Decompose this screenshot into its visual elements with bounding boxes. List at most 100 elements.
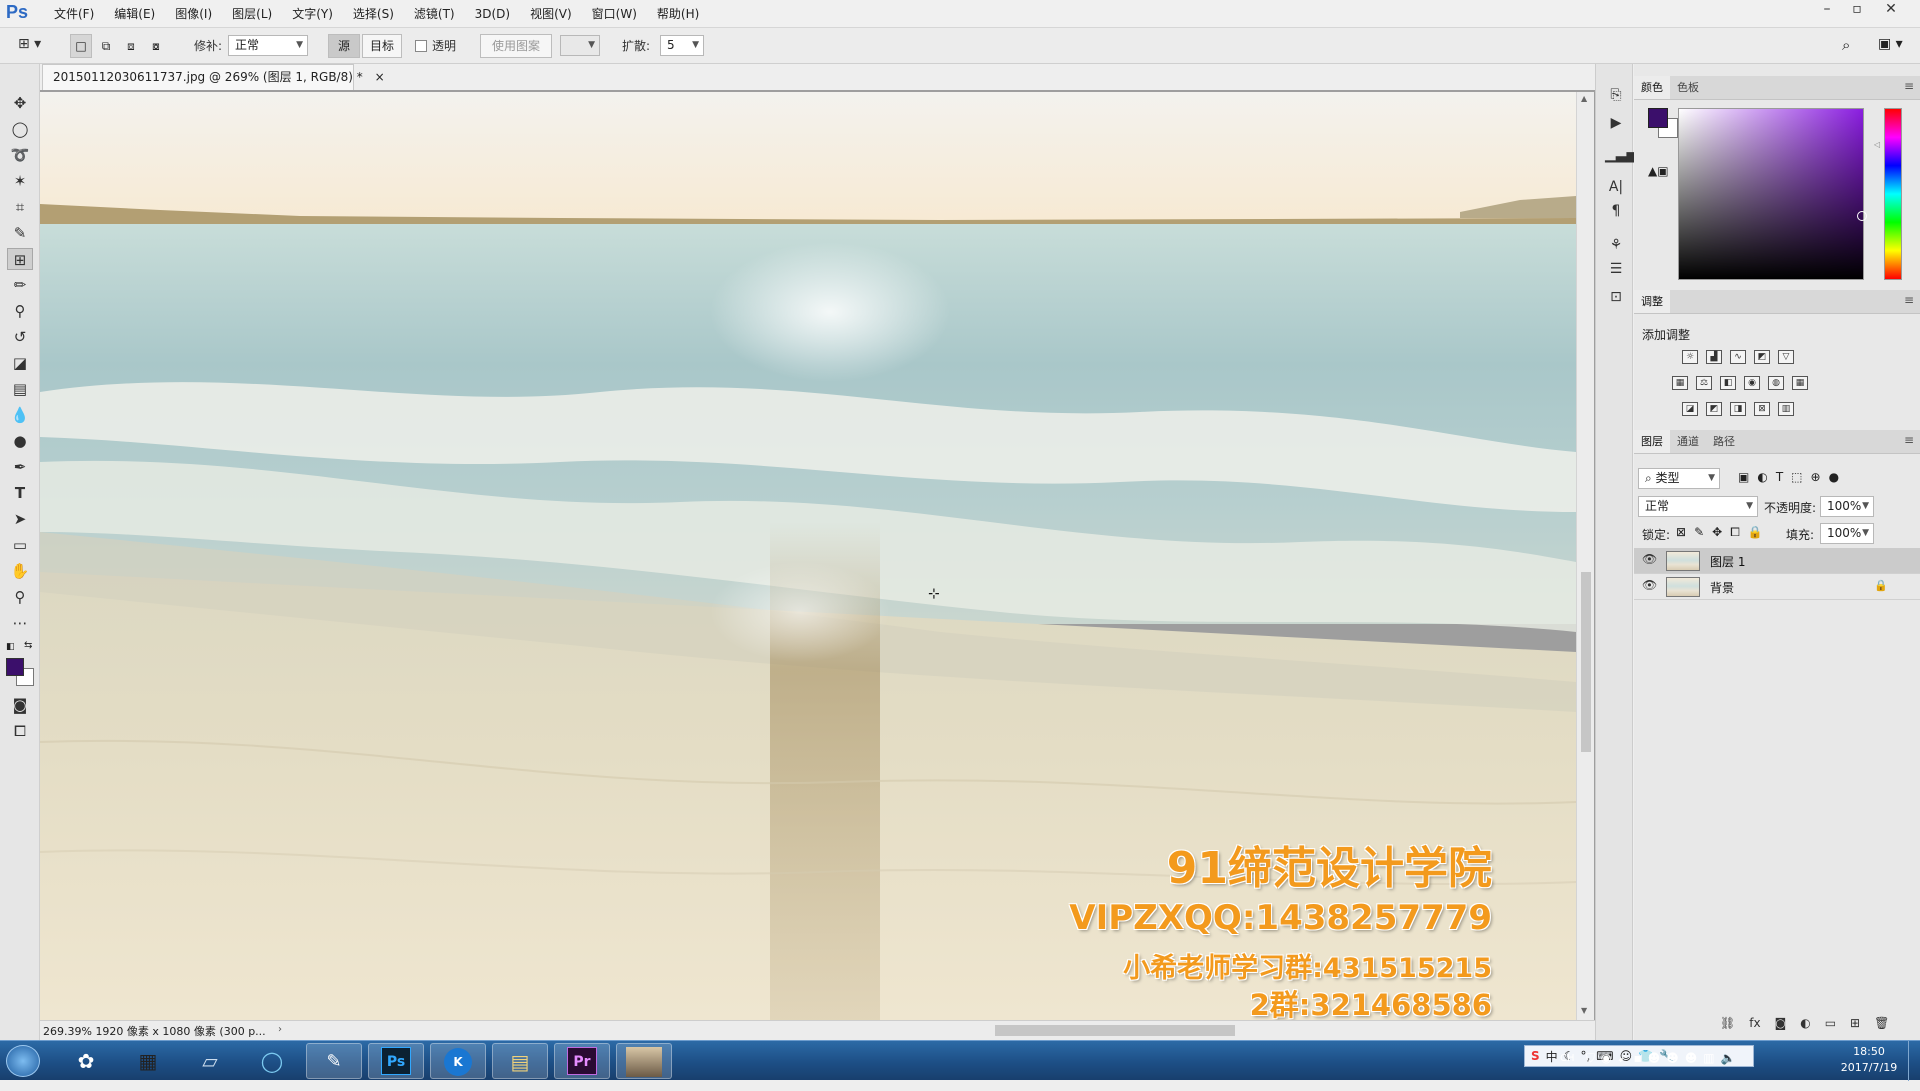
histogram-icon[interactable]: ▁▃▅ bbox=[1605, 144, 1637, 166]
history-icon[interactable]: ⎘ bbox=[1605, 84, 1627, 106]
adjustment-filter-icon[interactable]: ◐ bbox=[1757, 470, 1767, 484]
sogou-icon[interactable]: S bbox=[1531, 1049, 1540, 1063]
levels-icon[interactable]: ▟ bbox=[1706, 350, 1722, 364]
color-balance-icon[interactable]: ⚖ bbox=[1696, 376, 1712, 390]
adjustment-icon[interactable]: ◐ bbox=[1800, 1016, 1810, 1030]
layer-filter-select[interactable]: ⌕ 类型 ▼ bbox=[1638, 468, 1720, 489]
tab-paths[interactable]: 路径 bbox=[1706, 430, 1742, 453]
minimize-button[interactable]: – bbox=[1812, 0, 1842, 20]
tab-color[interactable]: 颜色 bbox=[1634, 76, 1670, 99]
panel-menu-icon[interactable]: ≡ bbox=[1904, 79, 1914, 93]
status-menu-icon[interactable]: › bbox=[278, 1024, 282, 1035]
quick-mask-icon[interactable]: ◙ bbox=[7, 694, 33, 716]
scroll-down-icon[interactable]: ▼ bbox=[1581, 1006, 1587, 1015]
use-pattern-button[interactable]: 使用图案 bbox=[480, 34, 552, 58]
subtract-selection-icon[interactable]: ⧈ bbox=[120, 34, 142, 58]
invert-icon[interactable]: ◪ bbox=[1682, 402, 1698, 416]
lock-transparency-icon[interactable]: ⊠ bbox=[1676, 525, 1686, 540]
document-tab[interactable]: 20150112030611737.jpg @ 269% (图层 1, RGB/… bbox=[42, 64, 385, 90]
eraser-tool-icon[interactable]: ◪ bbox=[7, 352, 33, 374]
search-icon[interactable]: ⌕ bbox=[1842, 36, 1850, 54]
blend-mode-select[interactable]: 正常 ▼ bbox=[1638, 496, 1758, 517]
premiere-icon[interactable]: Pr bbox=[554, 1043, 610, 1079]
qq-icon[interactable]: ☻ bbox=[1685, 1051, 1698, 1066]
source-button[interactable]: 源 bbox=[328, 34, 360, 58]
color-lookup-icon[interactable]: ▦ bbox=[1792, 376, 1808, 390]
photoshop-icon[interactable]: Ps bbox=[368, 1043, 424, 1079]
shield-icon[interactable]: ⛉ bbox=[1586, 1051, 1595, 1066]
trash-icon[interactable]: 🗑 bbox=[1874, 1016, 1889, 1030]
brightness-contrast-icon[interactable]: ☼ bbox=[1682, 350, 1698, 364]
swap-colors-icon[interactable]: ⇆ bbox=[24, 640, 32, 651]
hue-slider[interactable] bbox=[1884, 108, 1902, 280]
lock-all-icon[interactable]: 🔒 bbox=[1748, 525, 1763, 540]
menu-select[interactable]: 选择(S) bbox=[343, 0, 404, 28]
photo-filter-icon[interactable]: ◉ bbox=[1744, 376, 1760, 390]
add-selection-icon[interactable]: ⧉ bbox=[95, 34, 117, 58]
menu-filter[interactable]: 滤镜(T) bbox=[404, 0, 465, 28]
screen-mode-icon[interactable]: ⧠ bbox=[7, 720, 33, 742]
channel-mixer-icon[interactable]: ◍ bbox=[1768, 376, 1784, 390]
close-tab-icon[interactable]: × bbox=[375, 70, 385, 84]
menu-type[interactable]: 文字(Y) bbox=[282, 0, 343, 28]
color-fg-swatch[interactable] bbox=[1648, 108, 1668, 128]
ie-icon[interactable]: ✿ bbox=[58, 1043, 114, 1079]
menu-edit[interactable]: 编辑(E) bbox=[104, 0, 165, 28]
selective-color-icon[interactable]: ⊠ bbox=[1754, 402, 1770, 416]
transparent-checkbox[interactable] bbox=[415, 40, 427, 52]
lasso-tool-icon[interactable]: ➰ bbox=[7, 144, 33, 166]
dodge-tool-icon[interactable]: ● bbox=[7, 430, 33, 452]
magic-wand-tool-icon[interactable]: ✶ bbox=[7, 170, 33, 192]
black-white-icon[interactable]: ◧ bbox=[1720, 376, 1736, 390]
gradient-tool-icon[interactable]: ▤ bbox=[7, 378, 33, 400]
hue-saturation-icon[interactable]: ▦ bbox=[1672, 376, 1688, 390]
filter-toggle-icon[interactable]: ● bbox=[1829, 470, 1839, 484]
show-desktop-button[interactable] bbox=[1908, 1041, 1920, 1081]
new-layer-icon[interactable]: ⊞ bbox=[1850, 1016, 1860, 1030]
menu-help[interactable]: 帮助(H) bbox=[647, 0, 709, 28]
smart-object-filter-icon[interactable]: ⊕ bbox=[1811, 470, 1821, 484]
move-tool-icon[interactable]: ✥ bbox=[7, 92, 33, 114]
photo-icon[interactable] bbox=[616, 1043, 672, 1079]
path-selection-tool-icon[interactable]: ➤ bbox=[7, 508, 33, 530]
paragraph-icon[interactable]: ¶ bbox=[1605, 200, 1627, 222]
editor-icon[interactable]: ✎ bbox=[306, 1043, 362, 1079]
default-colors-icon[interactable]: ◧ bbox=[6, 642, 20, 656]
type-tool-icon[interactable]: T bbox=[7, 482, 33, 504]
eye-icon[interactable]: 👁 bbox=[1642, 578, 1657, 592]
qq-icon[interactable]: ☻ bbox=[1666, 1051, 1679, 1066]
menu-file[interactable]: 文件(F) bbox=[44, 0, 104, 28]
mask-icon[interactable]: ◙ bbox=[1775, 1016, 1787, 1030]
canvas[interactable]: 91缔范设计学院 VIPZXQQ:1438257779 小希老师学习群:4315… bbox=[40, 92, 1576, 1020]
tab-adjustments[interactable]: 调整 bbox=[1634, 290, 1670, 313]
menu-layer[interactable]: 图层(L) bbox=[222, 0, 282, 28]
info-icon[interactable]: ⊡ bbox=[1605, 286, 1627, 308]
threshold-icon[interactable]: ◨ bbox=[1730, 402, 1746, 416]
panel-menu-icon[interactable]: ≡ bbox=[1904, 293, 1914, 307]
patch-tool-icon[interactable]: ⊞ bbox=[7, 248, 33, 270]
target-button[interactable]: 目标 bbox=[362, 34, 402, 58]
eye-icon[interactable]: 👁 bbox=[1642, 552, 1657, 566]
explorer-icon[interactable]: ▤ bbox=[492, 1043, 548, 1079]
app-tray-icon[interactable]: ▪ bbox=[1634, 1051, 1642, 1066]
eyedropper-tool-icon[interactable]: ✎ bbox=[7, 222, 33, 244]
history-brush-tool-icon[interactable]: ↺ bbox=[7, 326, 33, 348]
qq-icon[interactable]: ☻ bbox=[1648, 1051, 1661, 1066]
pen-tool-icon[interactable]: ✒ bbox=[7, 456, 33, 478]
curves-icon[interactable]: ∿ bbox=[1730, 350, 1746, 364]
lock-pixels-icon[interactable]: ✎ bbox=[1694, 525, 1704, 540]
color-picker-handle[interactable] bbox=[1857, 211, 1867, 221]
close-window-button[interactable]: ✕ bbox=[1876, 0, 1906, 20]
vertical-scrollbar[interactable]: ▲ ▼ bbox=[1576, 92, 1594, 1020]
brush-tool-icon[interactable]: ✏ bbox=[7, 274, 33, 296]
app-icon[interactable]: ▦ bbox=[120, 1043, 176, 1079]
browser-icon[interactable]: ◯ bbox=[244, 1043, 300, 1079]
panel-menu-icon[interactable]: ≡ bbox=[1904, 433, 1914, 447]
rectangle-tool-icon[interactable]: ▭ bbox=[7, 534, 33, 556]
diffusion-select[interactable]: 5 ▼ bbox=[660, 35, 704, 56]
character-icon[interactable]: A| bbox=[1605, 176, 1627, 198]
intersect-selection-icon[interactable]: ⧇ bbox=[145, 34, 167, 58]
posterize-icon[interactable]: ◩ bbox=[1706, 402, 1722, 416]
hand-tool-icon[interactable]: ✋ bbox=[7, 560, 33, 582]
network-icon[interactable]: ▥ bbox=[1703, 1051, 1714, 1066]
